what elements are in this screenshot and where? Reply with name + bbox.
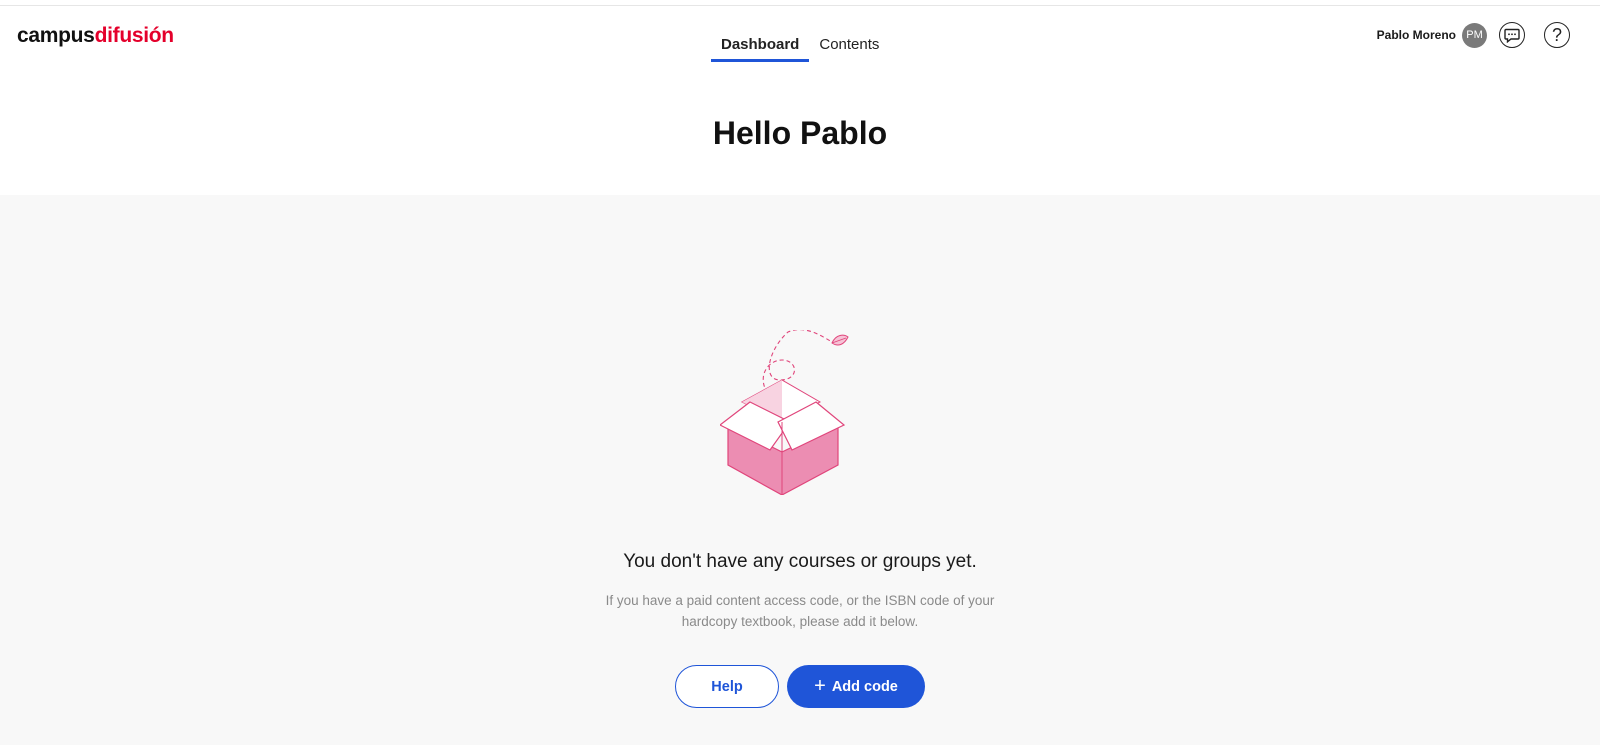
messages-icon[interactable]	[1499, 22, 1525, 48]
help-icon[interactable]: ?	[1544, 22, 1570, 48]
empty-state-description: If you have a paid content access code, …	[605, 593, 995, 629]
tab-dashboard[interactable]: Dashboard	[711, 36, 810, 62]
add-code-button[interactable]: + Add code	[787, 665, 925, 708]
top-header: campusdifusión Dashboard Contents Pablo …	[0, 6, 1600, 76]
campusdifusion-logo[interactable]: campusdifusión	[17, 24, 174, 48]
logo-text-campus: campus	[17, 24, 95, 47]
plus-icon: +	[814, 674, 826, 697]
tab-contents[interactable]: Contents	[809, 36, 889, 62]
avatar[interactable]: PM	[1462, 22, 1487, 48]
chat-bubble-icon	[1504, 28, 1520, 43]
logo-text-difusion: difusión	[94, 24, 175, 47]
dashboard-content: You don't have any courses or groups yet…	[0, 195, 1600, 745]
user-name[interactable]: Pablo Moreno	[1377, 28, 1456, 42]
add-code-label: Add code	[831, 678, 898, 695]
open-box-illustration	[720, 330, 849, 495]
actions-row: Help + Add code	[0, 665, 1600, 708]
main-nav: Dashboard Contents	[711, 36, 889, 68]
help-button[interactable]: Help	[675, 665, 779, 708]
page-title: Hello Pablo	[712, 115, 888, 151]
user-area: Pablo Moreno PM ?	[1377, 22, 1570, 48]
empty-state-title: You don't have any courses or groups yet…	[623, 551, 977, 572]
